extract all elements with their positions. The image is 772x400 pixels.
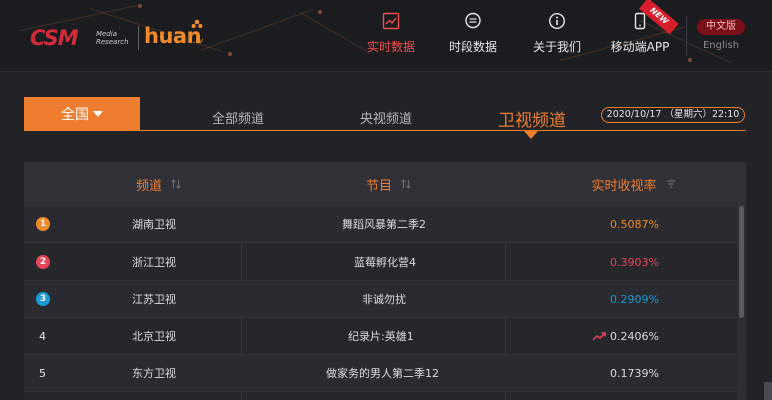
rating-value: 0.2909%: [610, 293, 659, 306]
tab-satellite-channels[interactable]: 卫视频道: [498, 106, 566, 131]
rating-value: 0.2406%: [610, 330, 659, 343]
language-chinese-button[interactable]: 中文版: [697, 19, 745, 35]
channel-name: 北京卫视: [132, 330, 176, 343]
huan-logo-tv: .tv: [193, 36, 204, 45]
sort-desc-icon: [666, 180, 675, 188]
header-rating-label: 实时收视率: [591, 178, 657, 194]
datetime-badge: 2020/10/17 （星期六）22:10: [601, 107, 745, 123]
table-header: 频道 节目 实时收视率: [24, 162, 746, 206]
table-row[interactable]: 5 东方卫视 做家务的男人第二季12 0.1739%: [24, 355, 738, 392]
table-scrollbar-thumb[interactable]: [739, 206, 744, 318]
rating-value: 0.1739%: [610, 367, 659, 380]
program-name: 纪录片:英雄1: [348, 330, 414, 343]
chat-bubble-icon: [465, 12, 481, 29]
channel-name: 东方卫视: [132, 367, 176, 380]
header-rating[interactable]: 实时收视率: [569, 162, 699, 206]
header-program-label: 节目: [365, 178, 392, 194]
nav-period-data[interactable]: 时段数据: [444, 0, 502, 71]
decorative-network-dot: [688, 58, 692, 62]
header-channel-label: 频道: [135, 178, 162, 194]
table-row[interactable]: 3 江苏卫视 非诚勿扰 0.2909%: [24, 281, 738, 318]
nav-label: 移动端APP: [610, 40, 670, 54]
language-divider: [686, 16, 687, 56]
region-label: 全国: [61, 107, 89, 123]
page-scrollbar-edge[interactable]: [764, 382, 772, 400]
sort-icon: [401, 179, 411, 189]
header-channel[interactable]: 频道: [84, 162, 234, 206]
table-row[interactable]: 4 北京卫视 纪录片:英雄1 0.2406%: [24, 318, 738, 355]
language-english-button[interactable]: English: [697, 40, 745, 51]
table-row[interactable]: 2 浙江卫视 蓝莓孵化营4 0.3903%: [24, 244, 738, 281]
rank-badge: 2: [36, 255, 50, 269]
rank-badge: 1: [36, 217, 50, 231]
decorative-network-line: [299, 12, 370, 53]
decorative-network-dot: [228, 52, 232, 56]
program-name: 蓝莓孵化营4: [354, 256, 416, 269]
rank-badge: 3: [36, 292, 50, 306]
rating-value: 0.3903%: [610, 256, 659, 269]
channel-name: 江苏卫视: [132, 293, 176, 306]
csm-logo: CSM: [30, 26, 79, 50]
header-program[interactable]: 节目: [314, 162, 464, 206]
info-icon: [548, 12, 566, 30]
huan-logo-flower-icon: [191, 19, 203, 29]
rating-value: 0.5087%: [610, 218, 659, 231]
sort-icon: [171, 179, 181, 189]
nav-about-us[interactable]: 关于我们: [528, 0, 586, 71]
top-header: CSM Media Research huan .tv 实时数据 时段数据 关于…: [0, 0, 772, 72]
tab-cctv-channels[interactable]: 央视频道: [360, 108, 412, 127]
channel-name: 湖南卫视: [132, 218, 176, 231]
program-name: 做家务的男人第二季12: [326, 367, 439, 380]
channel-name: 浙江卫视: [132, 256, 176, 269]
decorative-network-dot: [318, 10, 322, 14]
region-dropdown-button[interactable]: 全国: [24, 97, 140, 131]
logo-divider: [138, 26, 139, 50]
nav-label: 时段数据: [448, 40, 497, 54]
tab-underline: [140, 130, 746, 131]
nav-realtime-data[interactable]: 实时数据: [362, 0, 420, 71]
trending-up-icon: [592, 332, 606, 341]
csm-logo-subtitle: Media Research: [96, 30, 129, 46]
decorative-network-dot: [138, 4, 142, 8]
tab-all-channels[interactable]: 全部频道: [212, 108, 264, 127]
rank-number: 5: [39, 367, 46, 380]
caret-down-icon: [93, 111, 103, 117]
program-name: 舞蹈风暴第二季2: [342, 218, 426, 231]
active-tab-pointer: [524, 131, 538, 139]
chart-trend-icon: [382, 12, 400, 30]
nav-label: 实时数据: [366, 40, 415, 54]
decorative-network-line: [200, 8, 314, 51]
rank-number: 4: [39, 330, 46, 343]
table-row[interactable]: 1 湖南卫视 舞蹈风暴第二季2 0.5087%: [24, 206, 738, 243]
nav-label: 关于我们: [532, 40, 581, 54]
program-name: 非诚勿扰: [362, 293, 406, 306]
